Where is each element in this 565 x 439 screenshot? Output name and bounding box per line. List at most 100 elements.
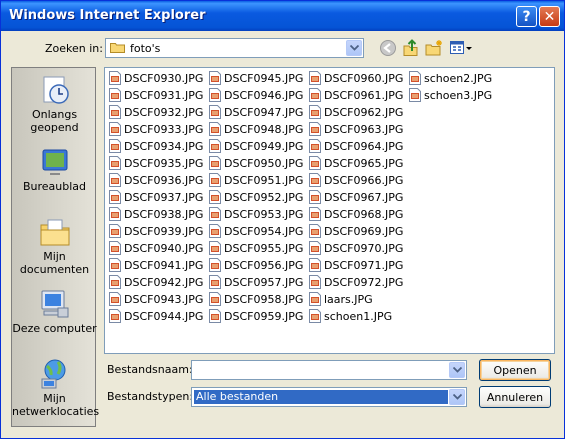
file-item[interactable]: DSCF0936.JPG bbox=[109, 172, 203, 188]
jpg-file-icon bbox=[109, 241, 121, 255]
jpg-file-icon bbox=[109, 139, 121, 153]
file-item[interactable]: DSCF0947.JPG bbox=[209, 104, 303, 120]
file-item[interactable]: DSCF0970.JPG bbox=[309, 240, 403, 256]
open-button[interactable]: Openen bbox=[479, 359, 551, 381]
jpg-file-icon bbox=[109, 309, 121, 323]
up-folder-icon[interactable] bbox=[402, 39, 420, 57]
file-item[interactable]: DSCF0944.JPG bbox=[109, 308, 203, 324]
filename-label: Bestandsnaam: bbox=[107, 363, 193, 376]
file-item[interactable]: DSCF0966.JPG bbox=[309, 172, 403, 188]
file-item[interactable]: DSCF0953.JPG bbox=[209, 206, 303, 222]
place-label: Onlangs geopend bbox=[30, 108, 79, 134]
filetype-dropdown[interactable]: Alle bestanden bbox=[191, 387, 467, 407]
file-name: DSCF0971.JPG bbox=[324, 258, 404, 272]
file-item[interactable]: DSCF0954.JPG bbox=[209, 223, 303, 239]
view-menu-icon[interactable] bbox=[449, 39, 473, 57]
my-computer-icon bbox=[41, 290, 68, 318]
file-name: DSCF0962.JPG bbox=[324, 105, 404, 119]
file-name: DSCF0946.JPG bbox=[224, 88, 304, 102]
file-item[interactable]: DSCF0934.JPG bbox=[109, 138, 203, 154]
file-item[interactable]: laars.JPG bbox=[309, 291, 373, 307]
look-in-label: Zoeken in: bbox=[45, 42, 103, 55]
file-item[interactable]: DSCF0940.JPG bbox=[109, 240, 203, 256]
file-item[interactable]: DSCF0951.JPG bbox=[209, 172, 303, 188]
file-item[interactable]: DSCF0941.JPG bbox=[109, 257, 203, 273]
new-folder-icon[interactable] bbox=[425, 39, 443, 57]
file-item[interactable]: DSCF0971.JPG bbox=[309, 257, 403, 273]
place-desktop[interactable]: Bureaublad bbox=[12, 146, 97, 193]
jpg-file-icon bbox=[309, 207, 321, 221]
chevron-down-icon[interactable] bbox=[346, 40, 362, 56]
jpg-file-icon bbox=[209, 139, 221, 153]
file-name: DSCF0956.JPG bbox=[224, 258, 304, 272]
file-item[interactable]: DSCF0961.JPG bbox=[309, 87, 403, 103]
file-item[interactable]: DSCF0945.JPG bbox=[209, 70, 303, 86]
file-name: DSCF0969.JPG bbox=[324, 224, 404, 238]
place-my-documents[interactable]: Mijn documenten bbox=[12, 216, 97, 276]
jpg-file-icon bbox=[309, 309, 321, 323]
file-item[interactable]: DSCF0963.JPG bbox=[309, 121, 403, 137]
file-item[interactable]: DSCF0930.JPG bbox=[109, 70, 203, 86]
look-in-dropdown[interactable]: foto's bbox=[105, 38, 364, 58]
file-item[interactable]: DSCF0942.JPG bbox=[109, 274, 203, 290]
my-documents-icon bbox=[40, 219, 69, 246]
filename-input[interactable] bbox=[191, 360, 467, 380]
jpg-file-icon bbox=[309, 292, 321, 306]
file-item[interactable]: DSCF0958.JPG bbox=[209, 291, 303, 307]
place-recent[interactable]: Onlangs geopend bbox=[12, 74, 97, 134]
file-item[interactable]: DSCF0946.JPG bbox=[209, 87, 303, 103]
place-my-computer[interactable]: Deze computer bbox=[12, 288, 97, 335]
jpg-file-icon bbox=[309, 275, 321, 289]
file-item[interactable]: schoen3.JPG bbox=[409, 87, 492, 103]
file-item[interactable]: DSCF0965.JPG bbox=[309, 155, 403, 171]
file-item[interactable]: DSCF0933.JPG bbox=[109, 121, 203, 137]
file-item[interactable]: DSCF0957.JPG bbox=[209, 274, 303, 290]
file-item[interactable]: DSCF0950.JPG bbox=[209, 155, 303, 171]
look-in-value: foto's bbox=[130, 42, 161, 55]
file-item[interactable]: DSCF0937.JPG bbox=[109, 189, 203, 205]
help-button[interactable]: ? bbox=[516, 6, 537, 27]
file-item[interactable]: DSCF0972.JPG bbox=[309, 274, 403, 290]
chevron-down-icon[interactable] bbox=[449, 389, 465, 405]
file-item[interactable]: DSCF0939.JPG bbox=[109, 223, 203, 239]
file-item[interactable]: DSCF0967.JPG bbox=[309, 189, 403, 205]
file-item[interactable]: DSCF0931.JPG bbox=[109, 87, 203, 103]
recent-icon bbox=[43, 76, 69, 104]
file-item[interactable]: DSCF0962.JPG bbox=[309, 104, 403, 120]
close-icon: ✕ bbox=[543, 8, 556, 25]
cancel-button[interactable]: Annuleren bbox=[479, 386, 551, 408]
file-item[interactable]: DSCF0949.JPG bbox=[209, 138, 303, 154]
file-item[interactable]: schoen2.JPG bbox=[409, 70, 492, 86]
file-item[interactable]: DSCF0956.JPG bbox=[209, 257, 303, 273]
jpg-file-icon bbox=[409, 88, 421, 102]
file-item[interactable]: DSCF0969.JPG bbox=[309, 223, 403, 239]
file-name: DSCF0949.JPG bbox=[224, 139, 304, 153]
file-item[interactable]: DSCF0932.JPG bbox=[109, 104, 203, 120]
file-item[interactable]: DSCF0938.JPG bbox=[109, 206, 203, 222]
file-item[interactable]: DSCF0955.JPG bbox=[209, 240, 303, 256]
jpg-file-icon bbox=[309, 88, 321, 102]
file-list[interactable]: DSCF0930.JPG DSCF0931.JPG DSCF0932.JPG DSCF… bbox=[104, 67, 555, 354]
file-item[interactable]: DSCF0968.JPG bbox=[309, 206, 403, 222]
file-item[interactable]: DSCF0943.JPG bbox=[109, 291, 203, 307]
jpg-file-icon bbox=[309, 71, 321, 85]
chevron-down-icon[interactable] bbox=[449, 362, 465, 378]
open-file-dialog: Windows Internet Explorer ? ✕ Zoeken in:… bbox=[0, 0, 565, 439]
file-item[interactable]: DSCF0964.JPG bbox=[309, 138, 403, 154]
jpg-file-icon bbox=[109, 258, 121, 272]
file-name: DSCF0931.JPG bbox=[124, 88, 204, 102]
file-item[interactable]: schoen1.JPG bbox=[309, 308, 392, 324]
file-item[interactable]: DSCF0959.JPG bbox=[209, 308, 303, 324]
title-bar[interactable]: Windows Internet Explorer ? ✕ bbox=[1, 1, 564, 31]
jpg-file-icon bbox=[109, 207, 121, 221]
file-item[interactable]: DSCF0952.JPG bbox=[209, 189, 303, 205]
place-label: Bureaublad bbox=[22, 180, 87, 193]
close-button[interactable]: ✕ bbox=[539, 6, 560, 27]
place-network[interactable]: Mijn netwerklocaties bbox=[12, 358, 99, 418]
file-item[interactable]: DSCF0948.JPG bbox=[209, 121, 303, 137]
file-item[interactable]: DSCF0960.JPG bbox=[309, 70, 403, 86]
back-icon[interactable] bbox=[379, 39, 397, 57]
file-item[interactable]: DSCF0935.JPG bbox=[109, 155, 203, 171]
place-label: Deze computer bbox=[12, 322, 97, 335]
jpg-file-icon bbox=[309, 258, 321, 272]
